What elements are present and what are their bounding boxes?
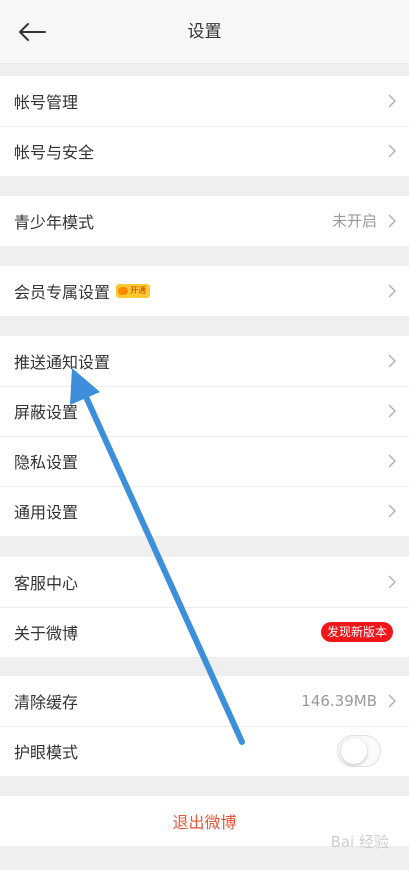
item-label: 青少年模式 [14,213,95,232]
privacy-settings-item[interactable]: 隐私设置 [0,436,409,486]
chevron-right-icon [388,144,397,158]
item-label: 会员专属设置 [14,283,111,302]
item-label: 隐私设置 [14,453,79,472]
item-label: 清除缓存 [14,693,79,712]
chevron-right-icon [388,354,397,368]
vip-badge-label: 开通 [130,286,147,295]
vip-group: 会员专属设置 开通 [0,266,409,316]
account-management-item[interactable]: 帐号管理 [0,76,409,126]
item-label: 护眼模式 [14,743,79,762]
chevron-right-icon [388,504,397,518]
general-settings-item[interactable]: 通用设置 [0,486,409,536]
about-group: 客服中心 关于微博 发现新版本 [0,557,409,657]
misc-group: 清除缓存 146.39MB 护眼模式 [0,676,409,776]
logout-label: 退出微博 [172,813,237,832]
settings-group: 推送通知设置 屏蔽设置 隐私设置 通用设置 [0,336,409,536]
item-label: 屏蔽设置 [14,403,79,422]
vip-settings-item[interactable]: 会员专属设置 开通 [0,266,409,316]
youth-group: 青少年模式 未开启 [0,196,409,246]
chevron-right-icon [388,454,397,468]
customer-service-item[interactable]: 客服中心 [0,557,409,607]
clear-cache-item[interactable]: 清除缓存 146.39MB [0,676,409,726]
chevron-right-icon [388,284,397,298]
youth-mode-item[interactable]: 青少年模式 未开启 [0,196,409,246]
chevron-right-icon [388,404,397,418]
cache-size: 146.39MB [301,692,377,710]
account-group: 帐号管理 帐号与安全 [0,76,409,176]
item-label: 通用设置 [14,503,79,522]
vip-badge: 开通 [116,284,151,298]
item-label: 帐号与安全 [14,143,95,162]
chevron-right-icon [388,214,397,228]
about-weibo-item[interactable]: 关于微博 发现新版本 [0,607,409,657]
account-security-item[interactable]: 帐号与安全 [0,126,409,176]
eye-protection-item: 护眼模式 [0,726,409,776]
item-label: 关于微博 [14,624,79,643]
page-title: 设置 [187,22,222,42]
chevron-right-icon [388,575,397,589]
vip-icon [118,287,129,295]
item-label: 帐号管理 [14,93,79,112]
header-bar: 设置 [0,0,409,64]
block-settings-item[interactable]: 屏蔽设置 [0,386,409,436]
item-label: 推送通知设置 [14,353,111,372]
eye-protection-toggle[interactable] [337,735,381,767]
toggle-knob [341,738,367,764]
chevron-right-icon [388,694,397,708]
item-label: 客服中心 [14,574,79,593]
youth-mode-status: 未开启 [331,212,377,230]
chevron-right-icon [388,94,397,108]
watermark: Bai 经验 [330,833,389,851]
new-version-badge: 发现新版本 [320,622,393,642]
push-notification-settings-item[interactable]: 推送通知设置 [0,336,409,386]
